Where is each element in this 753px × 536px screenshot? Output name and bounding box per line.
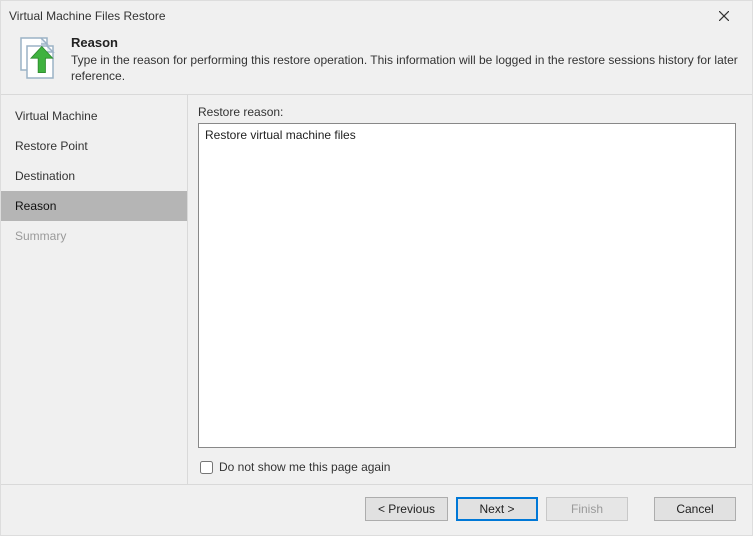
header-text: Reason Type in the reason for performing…: [71, 35, 740, 84]
wizard-main: Restore reason: Do not show me this page…: [187, 95, 752, 484]
wizard-footer: < Previous Next > Finish Cancel: [1, 484, 752, 535]
sidebar-item-label: Restore Point: [15, 139, 88, 153]
wizard-header: Reason Type in the reason for performing…: [1, 31, 752, 94]
reason-label: Restore reason:: [198, 105, 736, 119]
sidebar-item-destination[interactable]: Destination: [1, 161, 187, 191]
sidebar-item-label: Reason: [15, 199, 56, 213]
cancel-button[interactable]: Cancel: [654, 497, 736, 521]
restore-files-icon: [15, 35, 59, 79]
sidebar-item-label: Summary: [15, 229, 66, 243]
header-title: Reason: [71, 35, 740, 50]
header-description: Type in the reason for performing this r…: [71, 52, 740, 84]
sidebar-item-virtual-machine[interactable]: Virtual Machine: [1, 101, 187, 131]
sidebar-item-label: Virtual Machine: [15, 109, 98, 123]
dont-show-label: Do not show me this page again: [219, 460, 390, 474]
finish-button: Finish: [546, 497, 628, 521]
previous-button[interactable]: < Previous: [365, 497, 448, 521]
sidebar-item-summary: Summary: [1, 221, 187, 251]
close-button[interactable]: [704, 2, 744, 30]
wizard-window: Virtual Machine Files Restore Reason Typ…: [0, 0, 753, 536]
window-title: Virtual Machine Files Restore: [9, 9, 704, 23]
reason-textarea[interactable]: [198, 123, 736, 448]
next-button[interactable]: Next >: [456, 497, 538, 521]
dont-show-row: Do not show me this page again: [198, 458, 736, 474]
close-icon: [719, 11, 729, 21]
titlebar: Virtual Machine Files Restore: [1, 1, 752, 31]
dont-show-checkbox[interactable]: [200, 461, 213, 474]
wizard-body: Virtual Machine Restore Point Destinatio…: [1, 94, 752, 484]
sidebar-item-restore-point[interactable]: Restore Point: [1, 131, 187, 161]
sidebar-item-reason[interactable]: Reason: [1, 191, 187, 221]
sidebar-item-label: Destination: [15, 169, 75, 183]
wizard-sidebar: Virtual Machine Restore Point Destinatio…: [1, 95, 187, 484]
